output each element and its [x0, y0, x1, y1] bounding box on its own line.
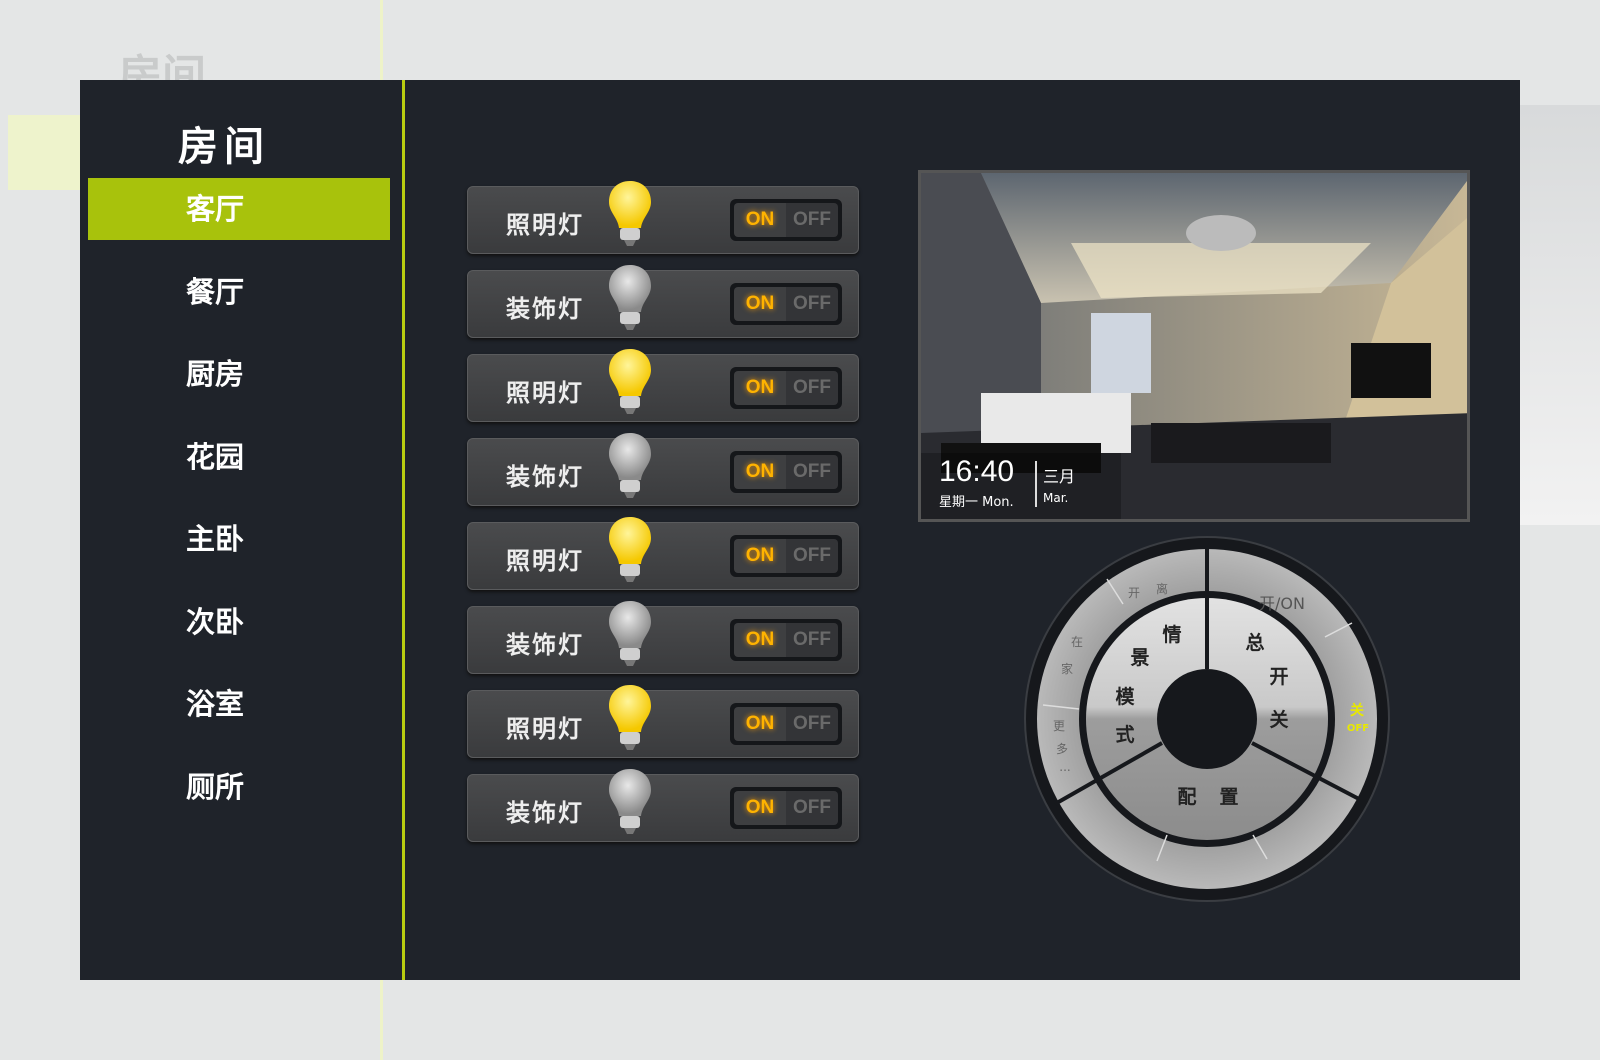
light-label: 照明灯 — [506, 715, 584, 743]
on-off-toggle[interactable]: ON OFF — [730, 787, 842, 829]
on-off-toggle[interactable]: ON OFF — [730, 535, 842, 577]
toggle-on[interactable]: ON — [734, 455, 786, 489]
unlit-bulb-icon — [606, 263, 654, 333]
on-off-toggle[interactable]: ON OFF — [730, 199, 842, 241]
off-label-en[interactable]: OFF — [1347, 723, 1369, 734]
clock-month-en: Mar. — [1043, 491, 1069, 505]
master-label-2[interactable]: 开 — [1269, 666, 1288, 688]
unlit-bulb-icon — [606, 599, 654, 669]
lit-bulb-icon — [606, 347, 654, 417]
sidebar-title: 房间 — [178, 123, 270, 170]
dial-center-button[interactable] — [1157, 669, 1257, 769]
light-label: 照明灯 — [506, 379, 584, 407]
light-label: 装饰灯 — [506, 295, 584, 323]
light-label: 照明灯 — [506, 211, 584, 239]
off-label[interactable]: 关 — [1350, 702, 1364, 719]
background-block — [8, 115, 88, 190]
toggle-on[interactable]: ON — [734, 539, 786, 573]
toggle-on[interactable]: ON — [734, 287, 786, 321]
on-label[interactable]: 开/ON — [1259, 594, 1305, 613]
room-photo: 16:40 星期一 Mon. 三月 Mar. — [918, 170, 1470, 522]
light-label: 装饰灯 — [506, 631, 584, 659]
light-label: 装饰灯 — [506, 799, 584, 827]
toggle-on[interactable]: ON — [734, 623, 786, 657]
sidebar-item-6[interactable]: 次卧 — [88, 591, 390, 653]
toggle-off[interactable]: OFF — [786, 455, 838, 489]
scene-label-1[interactable]: 情 — [1162, 623, 1181, 646]
toggle-off[interactable]: OFF — [786, 791, 838, 825]
control-panel: 房间 客厅 餐厅 厨房 花园 主卧 次卧 浴室 厕所 照明灯 ON OFF 装饰灯 ON OFF… — [80, 80, 1520, 980]
sidebar-divider — [402, 80, 405, 980]
sidebar-item-7[interactable]: 浴室 — [88, 673, 390, 735]
scene-label-4[interactable]: 式 — [1115, 723, 1134, 746]
more-label-3[interactable]: ... — [1059, 760, 1070, 774]
light-row: 照明灯 ON OFF — [467, 685, 859, 758]
toggle-on[interactable]: ON — [734, 371, 786, 405]
sidebar-item-1[interactable]: 客厅 — [88, 178, 390, 240]
sidebar-item-2[interactable]: 餐厅 — [88, 261, 390, 323]
on-off-toggle[interactable]: ON OFF — [730, 283, 842, 325]
sidebar-item-5[interactable]: 主卧 — [88, 508, 390, 570]
toggle-off[interactable]: OFF — [786, 623, 838, 657]
lit-bulb-icon — [606, 515, 654, 585]
on-off-toggle[interactable]: ON OFF — [730, 619, 842, 661]
light-label: 装饰灯 — [506, 463, 584, 491]
unlit-bulb-icon — [606, 431, 654, 501]
toggle-on[interactable]: ON — [734, 791, 786, 825]
lit-bulb-icon — [606, 179, 654, 249]
sidebar-item-8[interactable]: 厕所 — [88, 756, 390, 818]
light-row: 照明灯 ON OFF — [467, 181, 859, 254]
clock-separator — [1035, 461, 1037, 507]
master-label-3[interactable]: 关 — [1269, 708, 1288, 731]
home-label-2[interactable]: 家 — [1061, 661, 1073, 676]
on-off-toggle[interactable]: ON OFF — [730, 451, 842, 493]
on-off-toggle[interactable]: ON OFF — [730, 367, 842, 409]
toggle-off[interactable]: OFF — [786, 203, 838, 237]
background-photo — [1520, 105, 1600, 525]
scene-label-2[interactable]: 景 — [1130, 647, 1149, 669]
home-label-1[interactable]: 在 — [1071, 635, 1083, 649]
toggle-on[interactable]: ON — [734, 203, 786, 237]
clock-time: 16:40 — [939, 455, 1015, 488]
sidebar-item-4[interactable]: 花园 — [88, 426, 390, 488]
light-row: 装饰灯 ON OFF — [467, 601, 859, 674]
leave-label-1[interactable]: 开 — [1128, 586, 1140, 600]
config-label-2[interactable]: 置 — [1219, 786, 1238, 808]
master-label-1[interactable]: 总 — [1245, 631, 1264, 654]
toggle-off[interactable]: OFF — [786, 371, 838, 405]
clock-month: 三月 — [1043, 467, 1076, 486]
toggle-off[interactable]: OFF — [786, 707, 838, 741]
more-label-2[interactable]: 多 — [1056, 742, 1068, 756]
toggle-off[interactable]: OFF — [786, 287, 838, 321]
more-label-1[interactable]: 更 — [1053, 719, 1065, 733]
scene-label-3[interactable]: 模 — [1115, 685, 1135, 708]
light-row: 照明灯 ON OFF — [467, 517, 859, 590]
scene-control-dial[interactable]: 情 景 模 式 总 开 关 配 置 开 离 在 家 更 多 ... 开/ON 关… — [1007, 519, 1407, 919]
config-label-1[interactable]: 配 — [1177, 786, 1196, 808]
light-row: 装饰灯 ON OFF — [467, 433, 859, 506]
leave-label-2[interactable]: 离 — [1156, 581, 1168, 596]
light-row: 装饰灯 ON OFF — [467, 769, 859, 842]
sidebar-item-3[interactable]: 厨房 — [88, 343, 390, 405]
clock-weekday: 星期一 Mon. — [939, 495, 1014, 510]
on-off-toggle[interactable]: ON OFF — [730, 703, 842, 745]
unlit-bulb-icon — [606, 767, 654, 837]
light-row: 装饰灯 ON OFF — [467, 265, 859, 338]
toggle-on[interactable]: ON — [734, 707, 786, 741]
light-label: 照明灯 — [506, 547, 584, 575]
room-sidebar: 房间 客厅餐厅厨房花园主卧次卧浴室厕所 — [80, 80, 404, 980]
lit-bulb-icon — [606, 683, 654, 753]
light-row: 照明灯 ON OFF — [467, 349, 859, 422]
toggle-off[interactable]: OFF — [786, 539, 838, 573]
